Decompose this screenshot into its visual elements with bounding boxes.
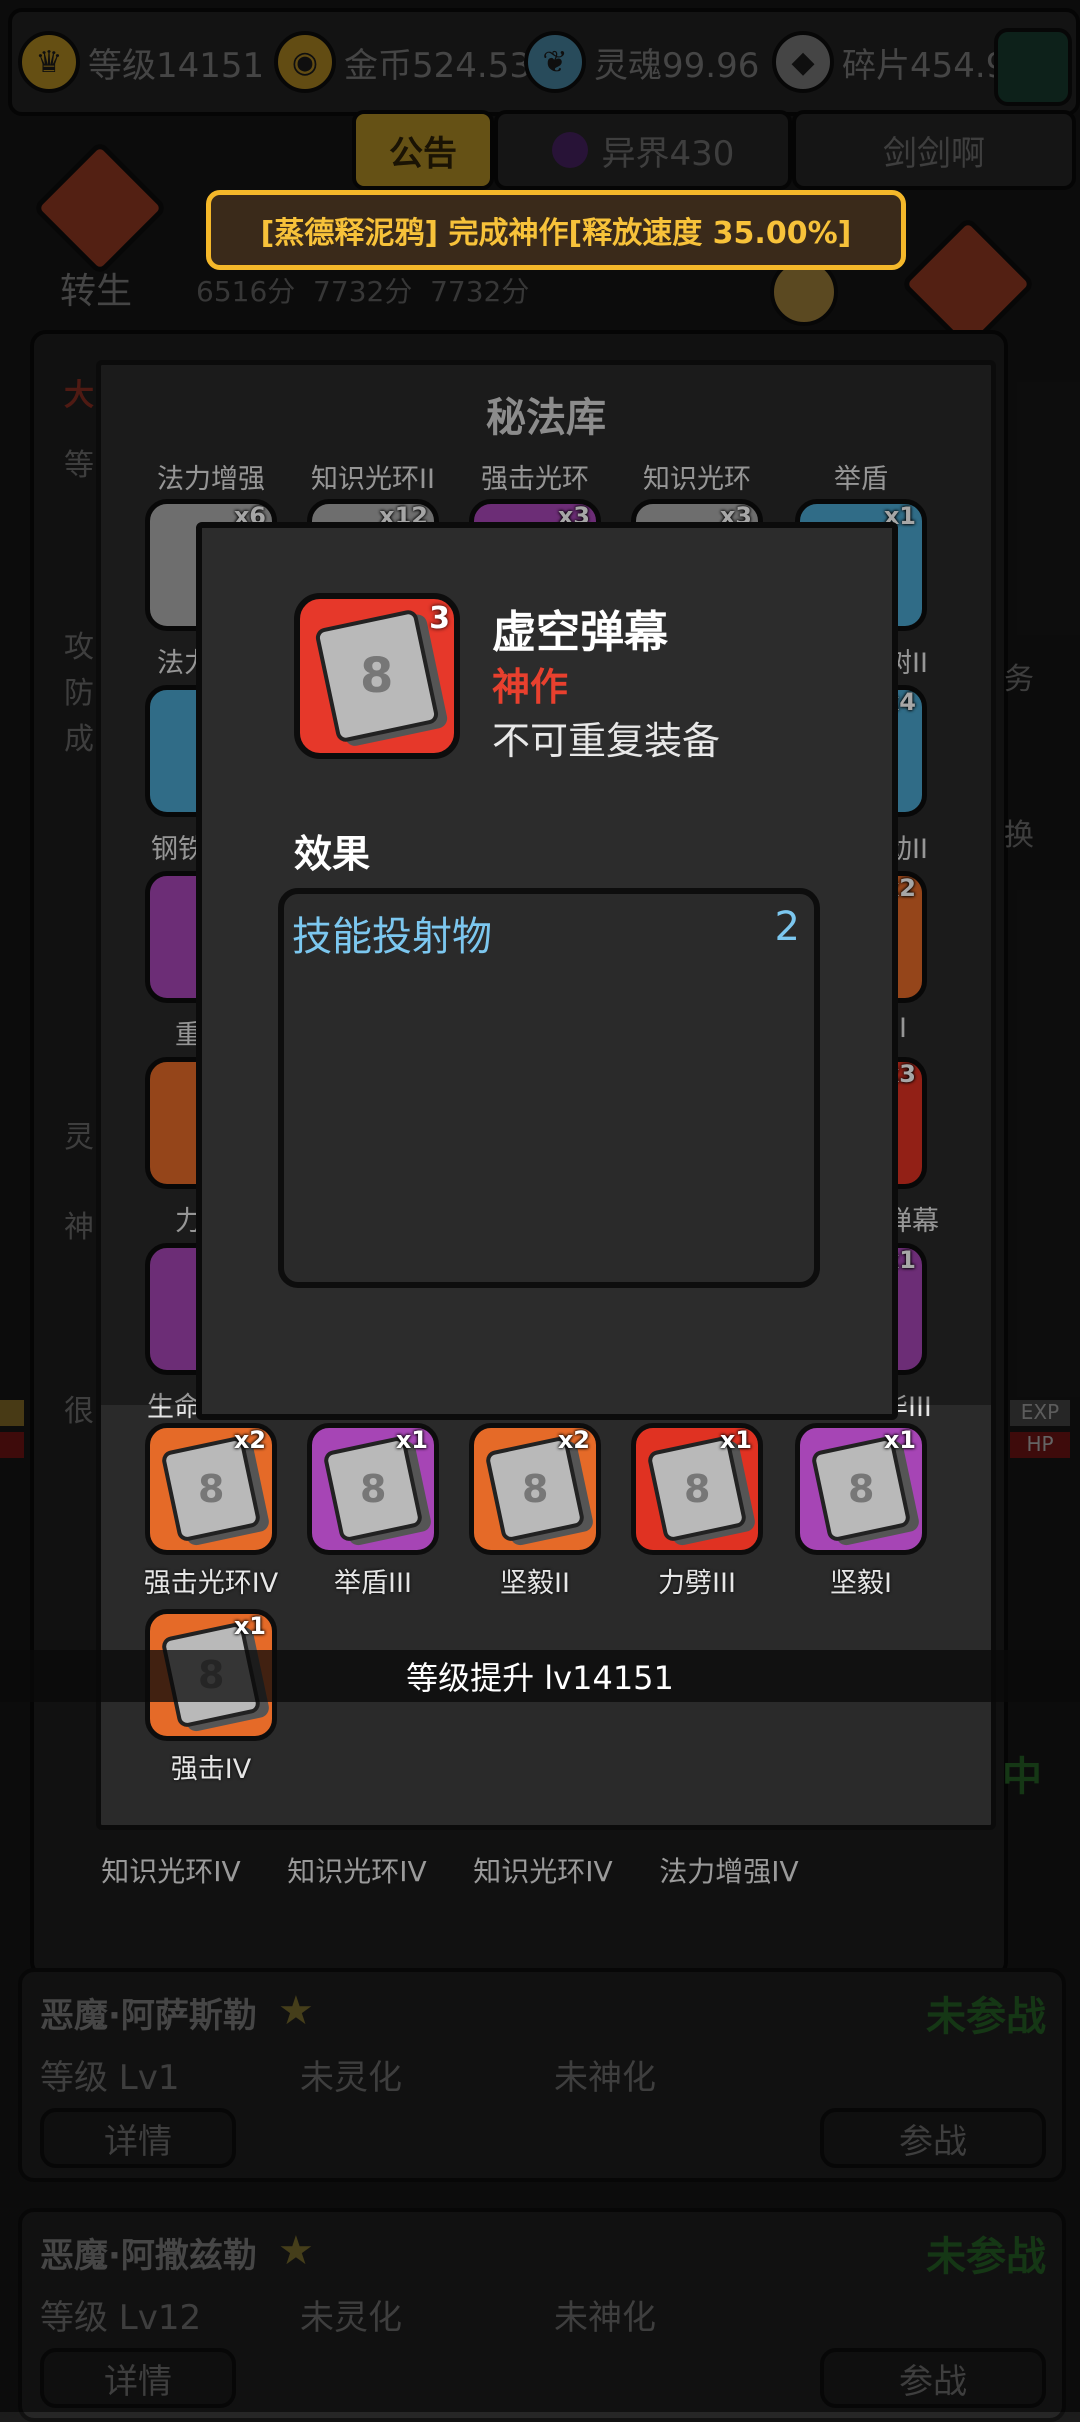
hp-bar-left: [0, 1432, 24, 1458]
hero-detail-button[interactable]: 详情: [40, 2108, 236, 2168]
tab-sword[interactable]: 剑剑啊: [792, 110, 1076, 190]
item-name: 虚空弹幕: [492, 607, 668, 658]
exp-bar-left: [0, 1400, 24, 1426]
score-text: 6516分 7732分 7732分: [196, 275, 530, 308]
soul-display: ❦ 灵魂99.96: [524, 12, 759, 112]
rebirth-label: 转生: [60, 271, 133, 312]
bg-char: 等: [64, 448, 94, 483]
item-label: 力劈III: [658, 1568, 736, 1599]
button-label: 参战: [899, 2121, 967, 2162]
announcement-banner: [蒸德释泥鸦] 完成神作[释放速度 35.00%]: [206, 190, 906, 270]
hero-join-button[interactable]: 参战: [820, 2108, 1046, 2168]
level-text: 等级14151: [88, 45, 265, 86]
bg-char: 成: [64, 722, 94, 757]
soul-text: 灵魂99.96: [594, 45, 760, 86]
hero-soul: 未灵化: [300, 2058, 402, 2098]
item-label: 法力增强IV: [659, 1855, 799, 1888]
effect-value: 2: [774, 904, 800, 950]
hero-detail-button[interactable]: 详情: [40, 2348, 236, 2408]
hero-level: 等级 Lv1: [40, 2058, 180, 2098]
hero-soul: 未灵化: [300, 2298, 402, 2338]
arcane-item[interactable]: 8 x2 强击光环IV: [141, 1423, 281, 1600]
levelup-text: 等级提升 lv14151: [406, 1659, 674, 1697]
item-label: 知识光环IV: [101, 1855, 241, 1888]
tab-notice-label: 公告: [389, 133, 457, 174]
shard-display: ◆ 碎片454.9: [772, 12, 1007, 112]
shard-text: 碎片454.9: [842, 45, 1008, 86]
exp-bar: EXP: [1010, 1400, 1070, 1426]
hero-god: 未神化: [554, 2298, 656, 2338]
book-icon: 8: [314, 608, 440, 744]
tab-sword-label: 剑剑啊: [883, 133, 985, 174]
bg-char: 换: [1004, 818, 1034, 853]
star-icon: ★: [278, 1988, 314, 2034]
bg-char: 神: [64, 1210, 94, 1245]
gold-display: ◉ 金币524.53: [274, 12, 531, 112]
effect-label: 效果: [294, 832, 371, 876]
hero-name: 恶魔·阿撒兹勒: [40, 2236, 257, 2276]
detail-card: 8 3: [294, 593, 460, 759]
hero-card: 恶魔·阿撒兹勒 ★ 未参战 等级 Lv12 未灵化 未神化 详情 参战: [18, 2208, 1066, 2422]
bg-char: 务: [1004, 662, 1034, 697]
hero-card: 恶魔·阿萨斯勒 ★ 未参战 等级 Lv1 未灵化 未神化 详情 参战: [18, 1968, 1066, 2182]
rebirth-icon[interactable]: [32, 140, 168, 276]
item-count: x1: [233, 1612, 266, 1640]
arcane-item[interactable]: 8 x1 坚毅I: [791, 1423, 931, 1600]
item-label: 强击IV: [170, 1754, 252, 1785]
item-label: 坚毅I: [830, 1568, 892, 1599]
item-count: x2: [233, 1426, 266, 1454]
item-count: x1: [883, 1426, 916, 1454]
arcane-item[interactable]: 8 x2 坚毅II: [465, 1423, 605, 1600]
hero-level: 等级 Lv12: [40, 2298, 202, 2338]
star-icon: ★: [278, 2228, 314, 2274]
coin-icon: ◉: [274, 31, 336, 93]
item-count: x1: [719, 1426, 752, 1454]
signal-icon[interactable]: [994, 28, 1072, 106]
item-label: 举盾III: [334, 1568, 412, 1599]
tab-other-world-label: 异界430: [601, 133, 735, 174]
item-count: x1: [395, 1426, 428, 1454]
item-note: 不可重复装备: [492, 719, 721, 763]
item-rank: 神作: [492, 665, 569, 709]
effect-key: 技能投射物: [292, 914, 492, 960]
item-label: 强击光环IV: [143, 1568, 279, 1599]
soul-icon: ❦: [524, 31, 586, 93]
tab-other-world[interactable]: 异界430: [494, 110, 792, 190]
item-label: 知识光环IV: [473, 1855, 613, 1888]
currency-bar: ♛ 等级14151 ◉ 金币524.53 ❦ 灵魂99.96 ◆ 碎片454.9: [8, 8, 1080, 116]
arcane-item[interactable]: 8 x1 举盾III: [303, 1423, 443, 1600]
arcane-detail-popup[interactable]: 8 3 虚空弹幕 神作 不可重复装备 效果 技能投射物 2: [196, 522, 898, 1420]
button-label: 详情: [104, 2121, 172, 2162]
status-badge: 中: [1002, 1754, 1042, 1800]
hero-state: 未参战: [926, 2234, 1046, 2280]
button-label: 详情: [104, 2361, 172, 2402]
hero-name: 恶魔·阿萨斯勒: [40, 1996, 257, 2036]
hero-join-button[interactable]: 参战: [820, 2348, 1046, 2408]
level-display: ♛ 等级14151: [18, 12, 264, 112]
announcement-text: [蒸德释泥鸦] 完成神作[释放速度 35.00%]: [260, 216, 852, 251]
hero-state: 未参战: [926, 1994, 1046, 2040]
behind-labels: 知识光环IV 知识光环IV 知识光环IV 法力增强IV: [88, 1850, 988, 1900]
levelup-toast: 等级提升 lv14151: [0, 1650, 1080, 1702]
bg-char: 攻: [64, 630, 94, 665]
item-label: 知识光环IV: [287, 1855, 427, 1888]
arcane-item[interactable]: 8 x1 力劈III: [627, 1423, 767, 1600]
item-count: 3: [429, 601, 450, 636]
bg-char: 很: [64, 1394, 94, 1429]
hero-god: 未神化: [554, 2058, 656, 2098]
tab-notice[interactable]: 公告: [352, 110, 494, 190]
button-label: 参战: [899, 2361, 967, 2402]
bg-char: 大: [64, 378, 94, 413]
gold-text: 金币524.53: [344, 45, 531, 86]
bg-char: 防: [64, 676, 94, 711]
effect-row: 技能投射物 2: [292, 904, 800, 962]
portal-icon: [551, 132, 588, 168]
item-count: x2: [557, 1426, 590, 1454]
effect-box: 技能投射物 2: [278, 888, 820, 1288]
item-label: 坚毅II: [500, 1568, 570, 1599]
crown-icon: ♛: [18, 31, 80, 93]
hp-bar: HP: [1010, 1432, 1070, 1458]
bg-char: 灵: [64, 1120, 94, 1155]
shard-icon: ◆: [772, 31, 834, 93]
